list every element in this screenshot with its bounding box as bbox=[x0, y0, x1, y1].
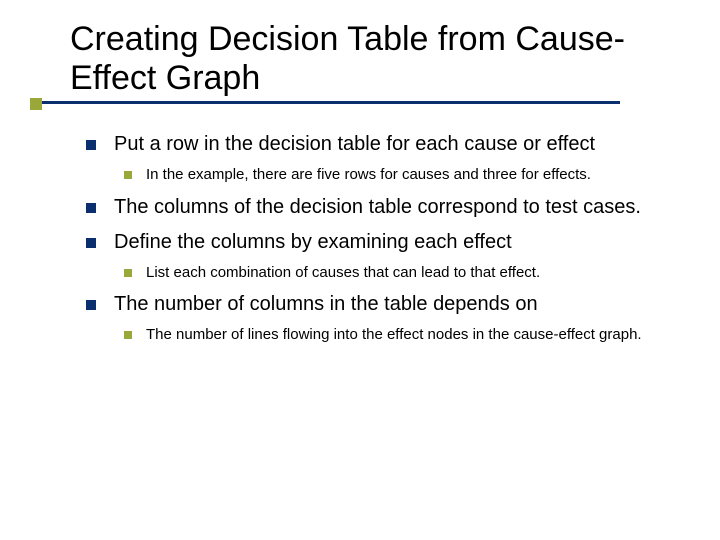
list-item: The number of columns in the table depen… bbox=[86, 292, 680, 345]
title-underline bbox=[42, 101, 620, 104]
bullet-text: List each combination of causes that can… bbox=[146, 264, 540, 281]
list-item: Put a row in the decision table for each… bbox=[86, 132, 680, 185]
bullet-text: The number of lines flowing into the eff… bbox=[146, 326, 642, 343]
bullet-text: Put a row in the decision table for each… bbox=[114, 133, 595, 155]
bullet-text: The number of columns in the table depen… bbox=[114, 293, 538, 315]
content-area: Put a row in the decision table for each… bbox=[86, 132, 680, 345]
sub-bullet-list: List each combination of causes that can… bbox=[124, 263, 680, 283]
sub-bullet-list: In the example, there are five rows for … bbox=[124, 165, 680, 185]
list-item: The columns of the decision table corres… bbox=[86, 195, 680, 220]
list-item: The number of lines flowing into the eff… bbox=[124, 325, 680, 345]
slide-title: Creating Decision Table from Cause-Effec… bbox=[70, 20, 680, 98]
bullet-text: In the example, there are five rows for … bbox=[146, 166, 591, 183]
list-item: In the example, there are five rows for … bbox=[124, 165, 680, 185]
title-accent-square bbox=[30, 98, 42, 110]
list-item: List each combination of causes that can… bbox=[124, 263, 680, 283]
bullet-text: Define the columns by examining each eff… bbox=[114, 231, 512, 253]
list-item: Define the columns by examining each eff… bbox=[86, 230, 680, 283]
bullet-list: Put a row in the decision table for each… bbox=[86, 132, 680, 345]
title-block: Creating Decision Table from Cause-Effec… bbox=[70, 20, 680, 98]
sub-bullet-list: The number of lines flowing into the eff… bbox=[124, 325, 680, 345]
slide: Creating Decision Table from Cause-Effec… bbox=[0, 0, 720, 540]
bullet-text: The columns of the decision table corres… bbox=[114, 196, 641, 218]
